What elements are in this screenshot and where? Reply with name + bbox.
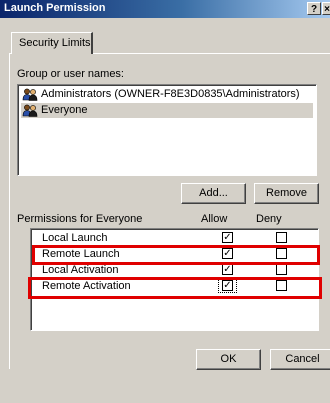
- allow-column-header: Allow: [201, 213, 228, 225]
- allow-checkbox[interactable]: ✓: [222, 280, 233, 291]
- permission-row-remote-activation: Remote Activation ✓: [32, 277, 317, 294]
- user-name: Everyone: [41, 104, 88, 116]
- permission-name: Remote Activation: [42, 280, 131, 292]
- user-group-icon: [22, 104, 38, 117]
- permission-name: Remote Launch: [42, 248, 120, 260]
- launch-permission-dialog: Launch Permission ? × Security Limits Gr…: [0, 0, 330, 403]
- user-list[interactable]: Administrators (OWNER-F8E3D0835\Administ…: [17, 84, 317, 176]
- permission-row-local-activation: Local Activation ✓: [32, 263, 317, 278]
- tab-security-limits[interactable]: Security Limits: [11, 32, 93, 54]
- tab-label: Security Limits: [19, 37, 91, 49]
- close-button[interactable]: ×: [322, 2, 330, 15]
- window-title: Launch Permission: [4, 2, 106, 14]
- group-or-user-names-label: Group or user names:: [17, 68, 124, 80]
- remove-button[interactable]: Remove: [254, 183, 319, 204]
- deny-checkbox[interactable]: [276, 280, 287, 291]
- help-button[interactable]: ?: [307, 2, 321, 15]
- ok-button[interactable]: OK: [196, 349, 261, 370]
- cancel-button[interactable]: Cancel: [270, 349, 330, 370]
- allow-checkbox[interactable]: ✓: [222, 264, 233, 275]
- permission-row-local-launch: Local Launch ✓: [32, 231, 317, 246]
- title-bar[interactable]: Launch Permission ? ×: [0, 0, 330, 18]
- permissions-for-label: Permissions for Everyone: [17, 213, 143, 225]
- user-list-item-everyone[interactable]: Everyone: [21, 103, 313, 118]
- permission-name: Local Activation: [42, 264, 119, 276]
- user-name: Administrators (OWNER-F8E3D0835\Administ…: [41, 88, 300, 100]
- user-list-item-administrators[interactable]: Administrators (OWNER-F8E3D0835\Administ…: [21, 87, 313, 102]
- permission-row-remote-launch: Remote Launch ✓: [32, 247, 317, 262]
- deny-checkbox[interactable]: [276, 248, 287, 259]
- deny-checkbox[interactable]: [276, 232, 287, 243]
- permissions-list[interactable]: Local Launch ✓ Remote Launch ✓ Local Act…: [30, 228, 319, 331]
- permission-name: Local Launch: [42, 232, 108, 244]
- add-button[interactable]: Add...: [181, 183, 246, 204]
- deny-checkbox[interactable]: [276, 264, 287, 275]
- allow-checkbox[interactable]: ✓: [222, 248, 233, 259]
- user-group-icon: [22, 88, 38, 101]
- deny-column-header: Deny: [256, 213, 282, 225]
- allow-checkbox[interactable]: ✓: [222, 232, 233, 243]
